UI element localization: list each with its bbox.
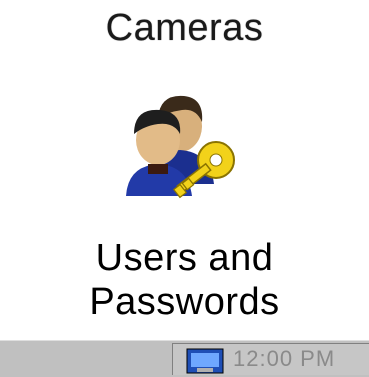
users-and-passwords-label-line2[interactable]: Passwords bbox=[0, 280, 369, 324]
desktop-icon-cameras-label[interactable]: Cameras bbox=[0, 6, 369, 50]
tray-clock[interactable]: 12:00 PM bbox=[233, 347, 365, 371]
taskbar: 12:00 PM bbox=[0, 338, 369, 377]
monitor-icon[interactable] bbox=[185, 348, 225, 374]
desktop: Cameras Users and Passwords 12:00 PM bbox=[0, 0, 369, 377]
users-key-icon bbox=[126, 95, 235, 199]
taskbar-buttons-area bbox=[0, 346, 170, 370]
users-and-passwords-label-line1[interactable]: Users and bbox=[0, 236, 369, 280]
system-tray: 12:00 PM bbox=[172, 343, 369, 375]
taskbar-highlight bbox=[0, 340, 369, 341]
users-and-passwords-icon[interactable] bbox=[118, 88, 248, 212]
